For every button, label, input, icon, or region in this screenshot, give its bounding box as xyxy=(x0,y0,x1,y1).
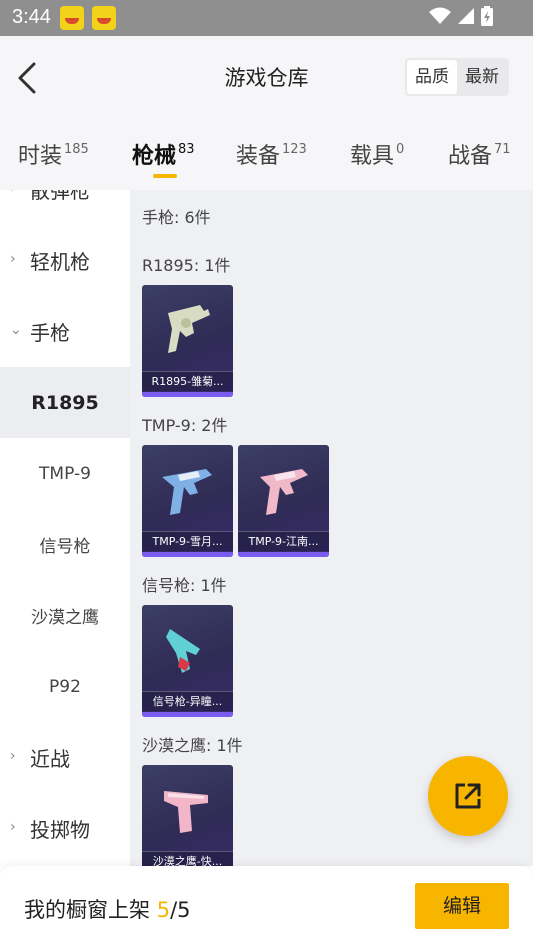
chevron-right-icon: › xyxy=(10,819,16,835)
sidebar-item-desert-eagle[interactable]: 沙漠之鹰 xyxy=(0,580,130,651)
tab-count: 123 xyxy=(282,142,307,157)
system-icons xyxy=(429,6,493,26)
status-time: 3:44 xyxy=(12,6,51,28)
wifi-icon xyxy=(429,7,451,24)
sort-option-quality[interactable]: 品质 xyxy=(407,60,457,94)
weapon-category-sidebar: › 散弹枪 › 轻机枪 ⌄ 手枪 R1895 TMP-9 信号枪 沙漠之鹰 P9… xyxy=(0,190,130,866)
smg-icon xyxy=(162,469,212,515)
sidebar-item-flare-gun[interactable]: 信号枪 xyxy=(0,509,130,580)
status-bar: 3:44 xyxy=(0,0,533,36)
chevron-down-icon: ⌄ xyxy=(10,322,22,338)
active-tab-indicator xyxy=(153,174,177,178)
tab-count: 71 xyxy=(494,142,511,157)
revolver-icon xyxy=(168,305,210,353)
sidebar-item-lmg[interactable]: › 轻机枪 xyxy=(0,225,130,296)
sidebar-item-label: 近战 xyxy=(30,747,70,771)
sidebar-item-p92[interactable]: P92 xyxy=(0,651,130,722)
rarity-bar xyxy=(142,712,233,717)
signal-icon xyxy=(458,8,474,24)
app-notification-icon xyxy=(92,6,116,30)
section-label: 沙漠之鹰: 1件 xyxy=(142,736,243,755)
item-name: 沙漠之鹰-快... xyxy=(142,851,233,866)
item-name: TMP-9-江南... xyxy=(238,531,329,551)
item-name: TMP-9-雪月... xyxy=(142,531,233,551)
section-label: R1895: 1件 xyxy=(142,256,231,275)
category-tabs: 时装 185 枪械 83 装备 123 载具 0 战备 71 xyxy=(0,118,533,190)
item-card[interactable]: TMP-9-雪月... xyxy=(142,445,233,557)
header: 游戏仓库 品质 最新 xyxy=(0,36,533,118)
chevron-right-icon: › xyxy=(10,251,16,267)
sidebar-item-tmp9[interactable]: TMP-9 xyxy=(0,438,130,509)
sort-toggle: 品质 最新 xyxy=(405,58,509,96)
sidebar-item-shotgun[interactable]: › 散弹枪 xyxy=(0,190,130,225)
tab-label: 装备 xyxy=(236,144,281,169)
edit-button[interactable]: 编辑 xyxy=(415,883,509,929)
chevron-right-icon: › xyxy=(10,748,16,764)
pistol-icon xyxy=(164,791,208,833)
tab-count: 83 xyxy=(178,142,195,157)
sidebar-item-pistol[interactable]: ⌄ 手枪 xyxy=(0,296,130,367)
showcase-label: 我的橱窗上架 xyxy=(24,898,150,922)
sidebar-item-label: 手枪 xyxy=(30,321,70,345)
chevron-right-icon: › xyxy=(10,190,16,196)
smg-icon xyxy=(260,469,308,515)
tab-count: 185 xyxy=(64,142,89,157)
showcase-status: 我的橱窗上架 5/5 xyxy=(24,894,191,924)
section-label: TMP-9: 2件 xyxy=(142,416,228,435)
sort-option-latest[interactable]: 最新 xyxy=(457,60,507,94)
sidebar-item-label: 轻机枪 xyxy=(30,250,90,274)
item-name: 信号枪-异瞳... xyxy=(142,691,233,711)
share-button[interactable] xyxy=(428,756,508,836)
tab-label: 战备 xyxy=(448,144,493,169)
tab-label: 载具 xyxy=(350,144,395,169)
item-card[interactable]: 沙漠之鹰-快... xyxy=(142,765,233,866)
sidebar-item-label: 散弹枪 xyxy=(30,190,90,203)
tab-firearms[interactable]: 枪械 83 xyxy=(132,138,195,170)
section-label: 信号枪: 1件 xyxy=(142,576,227,595)
item-card[interactable]: TMP-9-江南... xyxy=(238,445,329,557)
battery-icon xyxy=(481,6,493,26)
tab-label: 枪械 xyxy=(132,144,177,169)
rarity-bar xyxy=(238,552,329,557)
bottom-bar: 我的橱窗上架 5/5 编辑 xyxy=(0,866,533,948)
sidebar-item-r1895[interactable]: R1895 xyxy=(0,367,130,438)
sidebar-item-label: 投掷物 xyxy=(30,818,90,842)
tab-count: 0 xyxy=(396,142,405,157)
showcase-used-count: 5 xyxy=(156,898,171,922)
flare-gun-icon xyxy=(166,629,200,673)
item-name: R1895-雏菊... xyxy=(142,371,233,391)
sidebar-item-throwable[interactable]: › 投掷物 xyxy=(0,793,130,864)
rarity-bar xyxy=(142,552,233,557)
item-card[interactable]: R1895-雏菊... xyxy=(142,285,233,397)
tab-label: 时装 xyxy=(18,144,63,169)
showcase-total-count: /5 xyxy=(170,898,191,922)
group-title: 手枪: 6件 xyxy=(142,208,211,227)
tab-fashion[interactable]: 时装 185 xyxy=(18,138,89,170)
item-card[interactable]: 信号枪-异瞳... xyxy=(142,605,233,717)
tab-vehicles[interactable]: 载具 0 xyxy=(350,138,404,170)
app-notification-icon xyxy=(60,6,84,30)
sidebar-item-melee[interactable]: › 近战 xyxy=(0,722,130,793)
rarity-bar xyxy=(142,392,233,397)
tab-tactical[interactable]: 战备 71 xyxy=(448,138,511,170)
tab-equipment[interactable]: 装备 123 xyxy=(236,138,307,170)
external-link-icon xyxy=(455,783,481,809)
